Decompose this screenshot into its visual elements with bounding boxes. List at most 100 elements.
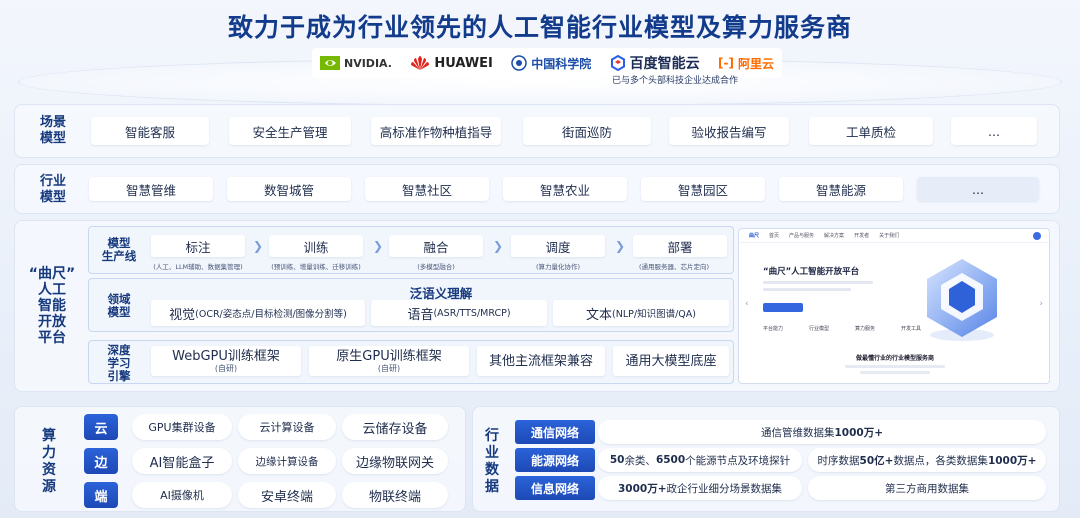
domain-item: 视觉 (OCR/姿态点/目标检测/图像分割等) [151,300,365,326]
screenshot-text-lines [763,281,873,295]
scenario-label: 场景 模型 [33,115,73,147]
dl-engine-item: 通用大模型底座 [613,346,729,376]
page-title: 致力于成为行业领先的人工智能行业模型及算力服务商 [227,13,852,42]
dataset-item: 通信管维数据集 1000万+ [598,420,1046,444]
dl-item-name: 原生GPU训练框架 [336,348,442,364]
dataset-text: 余类、 [624,454,656,467]
domain-item-name: 视觉 [169,307,196,323]
compute-label-line4: 源 [42,479,56,495]
pipeline-step: 部署 [633,235,727,257]
screenshot-nav-item: 产品与服务 [789,233,815,239]
baidu-cloud-logo: 百度智能云 [610,53,700,73]
compute-item: GPU集群设备 [132,414,232,440]
screenshot-footer-heading: 做最懂行业的行业模型服务商 [855,355,934,362]
nvidia-label: NVIDIA. [344,56,392,70]
huawei-petal-icon [411,56,430,70]
compute-item: 物联终端 [342,482,448,508]
platform-label-line1: “曲尺” [28,266,76,282]
network-tag: 通信网络 [515,420,595,444]
screenshot-nav-item: 首页 [769,233,780,239]
chevron-right-icon: › [1039,299,1043,309]
compute-tier-tag: 端 [84,482,118,508]
pipeline-step-sub: (人工、LLM辅助、数据集管理) [153,263,243,271]
screenshot-user-avatar [1033,232,1041,240]
industry-label: 行业 模型 [33,174,73,206]
domain-item: 文本 (NLP/知识图谱/QA) [553,300,729,326]
dataset-item: 50 余类、 6500 个能源节点及环境探针 [598,448,802,472]
screenshot-nav-item: 解决方案 [824,233,845,239]
industry-item: ... [917,177,1039,201]
pipeline-step: 标注 [151,235,245,257]
dl-label-line3: 引擎 [107,369,131,383]
platform-label-line4: 开放 [38,314,66,330]
dataset-figure: 1000万+ [987,454,1037,467]
compute-label-line3: 资 [42,462,56,478]
partner-note: 已与多个头部科技企业达成合作 [612,76,739,86]
pipeline-step-sub: (算力量化协作) [535,263,581,271]
screenshot-card: 行业模型 [809,326,830,332]
aliyun-label: 阿里云 [737,56,774,71]
scenario-item: 验收报告编写 [669,117,789,145]
platform-label: “曲尺” 人工 智能 开放 平台 [26,266,78,346]
pipeline-step: 融合 [389,235,483,257]
dataset-text: 通信管维数据集 [760,426,835,439]
cas-emblem-icon [511,55,528,71]
dataset-text: 时序数据 [817,454,860,467]
nvidia-logo: NVIDIA. [320,56,392,70]
dataset-item: 3000万+ 政企行业细分场景数据集 [598,476,802,500]
pipeline-step: 训练 [269,235,363,257]
dataset-item: 时序数据 50亿+ 数据点，各类数据集 1000万+ [808,448,1046,472]
scenario-item: 工单质检 [809,117,933,145]
chevron-right-icon: ❯ [373,239,384,253]
dl-engine-label: 深度 学习 引擎 [91,344,147,383]
dataset-item: 第三方商用数据集 [808,476,1046,500]
industry-item: 智慧能源 [779,177,903,201]
cas-logo: 中国科学院 [511,55,591,72]
scenario-item: 安全生产管理 [229,117,351,145]
chevron-right-icon: ❯ [253,239,264,253]
platform-label-line3: 智能 [38,298,66,314]
industry-item: 智慧农业 [503,177,627,201]
data-label-line3: 数 [485,462,499,478]
domain-item-name: 语音 [407,307,434,323]
baidu-cloud-label: 百度智能云 [629,56,700,72]
huawei-logo: HUAWEI [410,55,493,71]
domain-box: 领域 模型 泛语义理解 视觉 (OCR/姿态点/目标检测/图像分割等) 语音 (… [88,278,734,332]
pipeline-step: 调度 [511,235,605,257]
dataset-figure: 6500 [655,454,686,466]
compute-label-line1: 算 [42,428,56,444]
industry-panel: 行业 模型 智慧管维 数智城管 智慧社区 智慧农业 智慧园区 智慧能源 ... [14,164,1060,214]
domain-label-line2: 模型 [107,305,131,319]
dl-engine-item: WebGPU训练框架 (自研) [151,346,301,376]
compute-label: 算 力 资 源 [38,428,60,496]
chevron-left-icon: ‹ [745,299,749,309]
scenario-item: 街面巡防 [523,117,651,145]
compute-item: 云储存设备 [342,414,448,440]
cube-logo-graphic [927,259,997,341]
nvidia-eye-icon [320,56,340,70]
data-label-line4: 据 [485,479,499,495]
compute-item: AI智能盒子 [132,448,232,474]
scenario-panel: 场景 模型 智能客服 安全生产管理 高标准作物种植指导 街面巡防 验收报告编写 … [14,104,1060,158]
compute-item: 云计算设备 [238,414,336,440]
dataset-text: 个能源节点及环境探针 [685,454,791,467]
aliyun-bracket-icon: [-] [718,56,734,70]
industry-item: 智慧园区 [641,177,765,201]
screenshot-nav-item: 关于我们 [879,233,900,239]
dataset-text: 第三方商用数据集 [885,482,969,495]
pipeline-label: 模型 生产线 [91,237,147,263]
industry-label-line1: 行业 [39,174,66,189]
industry-item: 数智城管 [227,177,351,201]
industry-data-label: 行 业 数 据 [481,428,503,496]
dataset-figure: 3000万+ [617,482,667,495]
screenshot-footer-lines [845,365,945,377]
domain-item: 语音 (ASR/TTS/MRCP) [371,300,547,326]
screenshot-nav: 曲尺 首页 产品与服务 解决方案 开发者 关于我们 [739,229,1049,243]
screenshot-nav-item: 开发者 [854,233,870,239]
domain-item-detail: (ASR/TTS/MRCP) [433,307,511,319]
compute-tier-tag: 边 [84,448,118,474]
pipeline-box: 模型 生产线 标注 (人工、LLM辅助、数据集管理) ❯ 训练 (预训练、增量训… [88,226,734,274]
dl-item-name: 通用大模型底座 [625,353,717,369]
scenario-item: ... [951,117,1037,145]
compute-label-line2: 力 [42,445,56,461]
